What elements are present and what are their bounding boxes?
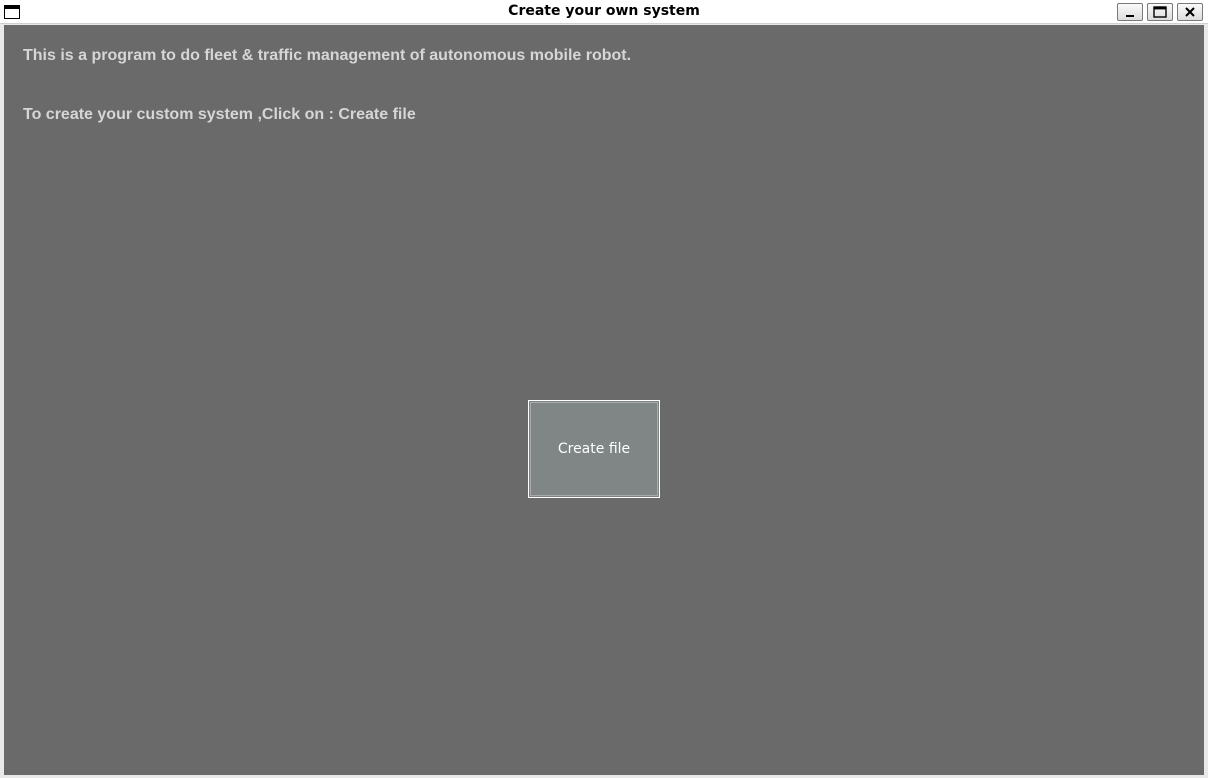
maximize-button[interactable]: [1147, 3, 1173, 21]
title-bar[interactable]: Create your own system: [0, 0, 1208, 24]
close-icon: [1185, 7, 1195, 17]
close-button[interactable]: [1177, 3, 1203, 21]
maximize-icon: [1153, 6, 1167, 18]
instruction-text: To create your custom system ,Click on :…: [23, 106, 416, 123]
description-text: This is a program to do fleet & traffic …: [23, 47, 632, 64]
minimize-button[interactable]: [1117, 3, 1143, 21]
app-window: Create your own system This is a program…: [0, 0, 1208, 778]
minimize-icon: [1126, 15, 1134, 17]
create-file-button[interactable]: Create file: [528, 400, 660, 498]
window-title: Create your own system: [508, 3, 700, 19]
main-content: This is a program to do fleet & traffic …: [4, 25, 1204, 775]
